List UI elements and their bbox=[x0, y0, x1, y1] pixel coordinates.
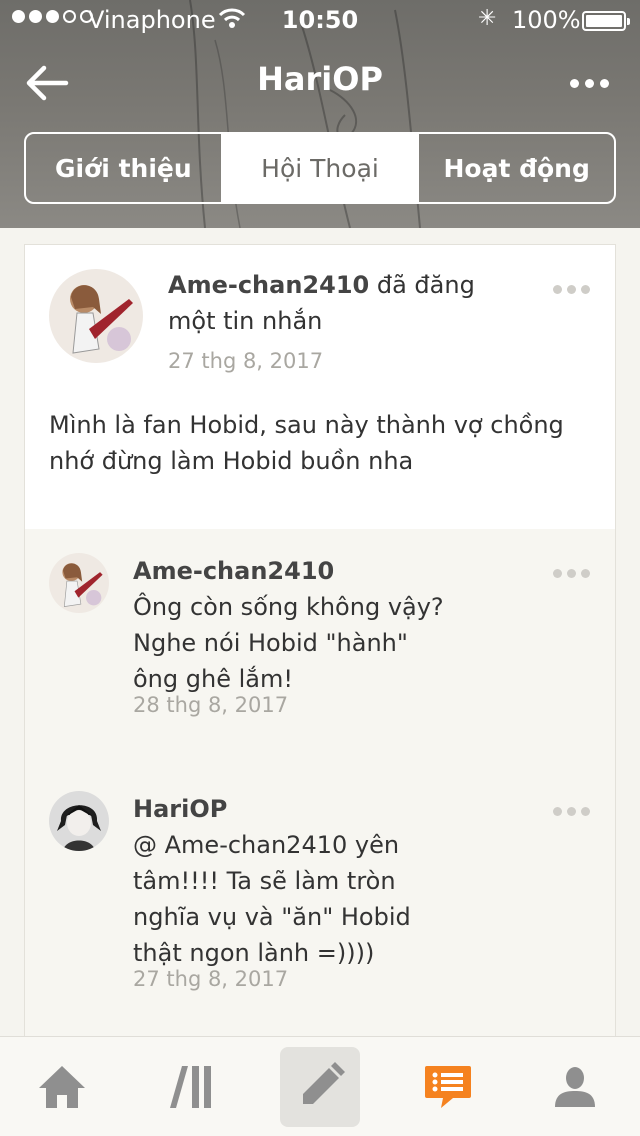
reply-options-button[interactable] bbox=[553, 807, 590, 816]
reply-author[interactable]: HariOP bbox=[133, 795, 227, 823]
status-bar: Vinaphone 10:50 ✳ 100% bbox=[0, 0, 640, 40]
reply-line: @ Ame-chan2410 yên bbox=[133, 831, 400, 859]
more-options-button[interactable] bbox=[570, 68, 620, 98]
avatar[interactable] bbox=[49, 269, 143, 363]
more-horizontal-icon bbox=[553, 569, 562, 578]
reply-options-button[interactable] bbox=[553, 569, 590, 578]
tab-hoat-dong[interactable]: Hoạt động bbox=[419, 134, 614, 202]
reply-line: tâm!!!! Ta sẽ làm tròn bbox=[133, 867, 396, 895]
battery-icon bbox=[582, 11, 630, 31]
tab-conversations[interactable] bbox=[408, 1037, 488, 1136]
bottom-tab-bar bbox=[0, 1036, 640, 1136]
reply-date: 27 thg 8, 2017 bbox=[133, 967, 289, 991]
reply-date: 28 thg 8, 2017 bbox=[133, 693, 289, 717]
page-title: HariOP bbox=[257, 60, 383, 98]
tab-gioi-thieu[interactable]: Giới thiệu bbox=[26, 134, 223, 202]
home-icon bbox=[39, 1066, 85, 1108]
post-action: đã đăng bbox=[369, 271, 475, 299]
post-body-line1: Mình là fan Hobid, sau này thành vợ chồn… bbox=[49, 411, 564, 439]
post-author[interactable]: Ame-chan2410 bbox=[168, 271, 369, 299]
tab-home[interactable] bbox=[22, 1037, 102, 1136]
tab-compose[interactable] bbox=[280, 1037, 360, 1136]
profile-icon bbox=[555, 1067, 595, 1107]
reply-content: Ame-chan2410 Ông còn sống không vậy? Ngh… bbox=[133, 553, 493, 697]
reply-content: HariOP @ Ame-chan2410 yên tâm!!!! Ta sẽ … bbox=[133, 791, 493, 971]
compose-icon bbox=[303, 1062, 345, 1104]
post-body-line2: nhớ đừng làm Hobid buồn nha bbox=[49, 447, 414, 475]
profile-header: Vinaphone 10:50 ✳ 100% HariOP Giới thiệu… bbox=[0, 0, 640, 228]
reply-line: thật ngon lành =)))) bbox=[133, 939, 375, 967]
post-options-button[interactable] bbox=[553, 285, 590, 294]
profile-tabs: Giới thiệu Hội Thoại Hoạt động bbox=[24, 132, 616, 204]
reply-line: nghĩa vụ và "ăn" Hobid bbox=[133, 903, 411, 931]
reply-line: Ông còn sống không vậy? bbox=[133, 593, 444, 621]
tab-hoi-thoai[interactable]: Hội Thoại bbox=[222, 134, 420, 202]
conversations-icon bbox=[425, 1066, 471, 1108]
tab-forums[interactable] bbox=[152, 1037, 232, 1136]
tab-profile[interactable] bbox=[535, 1037, 615, 1136]
more-horizontal-icon bbox=[570, 78, 579, 88]
reply-author[interactable]: Ame-chan2410 bbox=[133, 557, 334, 585]
avatar[interactable] bbox=[49, 553, 109, 613]
reply-line: Nghe nói Hobid "hành" bbox=[133, 629, 408, 657]
avatar[interactable] bbox=[49, 791, 109, 851]
reply-line: ông ghê lắm! bbox=[133, 665, 293, 693]
battery-percentage: 100% bbox=[512, 6, 581, 34]
activity-spinner-icon: ✳ bbox=[478, 6, 497, 31]
replies-section: Ame-chan2410 Ông còn sống không vậy? Ngh… bbox=[25, 529, 615, 1069]
post-action-line2: một tin nhắn bbox=[168, 307, 323, 335]
conversation-card: Ame-chan2410 đã đăng một tin nhắn 27 thg… bbox=[24, 244, 616, 1069]
post-body: Mình là fan Hobid, sau này thành vợ chồn… bbox=[49, 407, 609, 479]
more-horizontal-icon bbox=[553, 285, 562, 294]
post-header: Ame-chan2410 đã đăng một tin nhắn bbox=[168, 267, 498, 339]
more-horizontal-icon bbox=[553, 807, 562, 816]
forums-icon bbox=[170, 1066, 211, 1108]
post-date: 27 thg 8, 2017 bbox=[168, 349, 324, 373]
